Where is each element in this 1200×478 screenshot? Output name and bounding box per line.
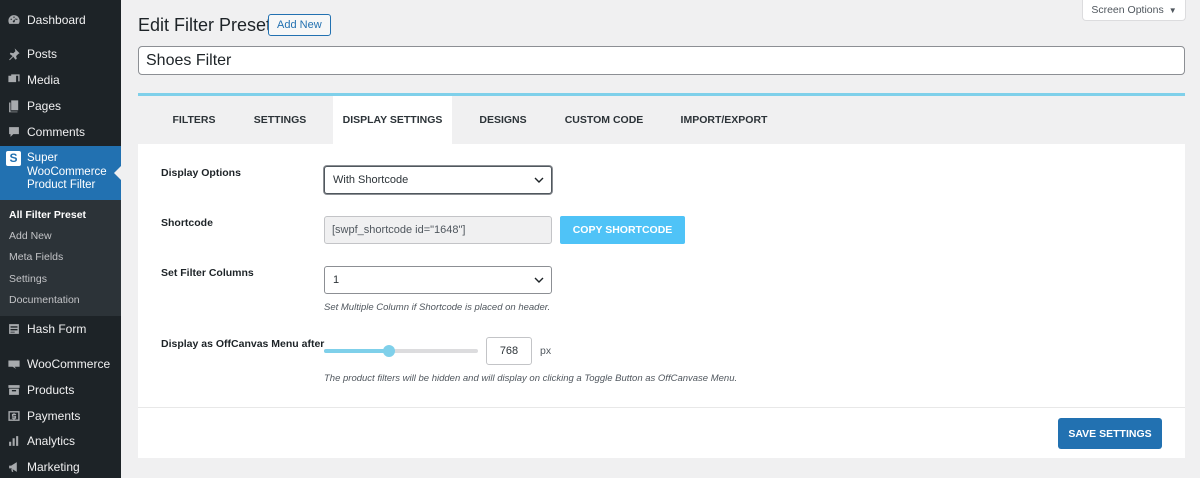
copy-shortcode-button[interactable]: COPY SHORTCODE	[560, 216, 685, 244]
sidebar-item-payments[interactable]: Payments	[0, 403, 121, 429]
comment-icon	[7, 125, 21, 139]
sidebar-item-media[interactable]: Media	[0, 67, 121, 93]
settings-tabs: FILTERS SETTINGS DISPLAY SETTINGS DESIGN…	[138, 96, 1185, 144]
tab-settings[interactable]: SETTINGS	[242, 96, 318, 144]
tab-display-settings[interactable]: DISPLAY SETTINGS	[333, 96, 452, 144]
sidebar-item-pages[interactable]: Pages	[0, 93, 121, 119]
display-options-label: Display Options	[161, 167, 241, 179]
sidebar-item-marketing[interactable]: Marketing	[0, 454, 121, 478]
chevron-down-icon	[534, 275, 544, 285]
sidebar-item-label: Payments	[27, 409, 81, 423]
offcanvas-help: The product filters will be hidden and w…	[324, 373, 738, 384]
archive-icon	[7, 383, 21, 397]
sidebar-item-posts[interactable]: Posts	[0, 41, 121, 67]
sidebar-item-label: WooCommerce	[27, 357, 111, 371]
caret-down-icon: ▼	[1168, 5, 1177, 15]
add-new-button[interactable]: Add New	[268, 14, 331, 36]
settings-panel: FILTERS SETTINGS DISPLAY SETTINGS DESIGN…	[138, 93, 1185, 458]
admin-sidebar: Dashboard Posts Media Pages Comments S S…	[0, 0, 121, 478]
submenu-item-add-new[interactable]: Add New	[9, 230, 52, 242]
sidebar-item-super-woocommerce-product-filter[interactable]: S Super WooCommerce Product Filter	[0, 146, 121, 200]
megaphone-icon	[7, 460, 21, 474]
media-icon	[7, 73, 21, 87]
sidebar-item-products[interactable]: Products	[0, 377, 121, 403]
slider-handle[interactable]	[382, 345, 395, 357]
shortcode-field[interactable]: [swpf_shortcode id="1648"]	[324, 216, 552, 244]
panel-divider	[138, 407, 1185, 408]
submenu-item-settings[interactable]: Settings	[9, 273, 47, 285]
page-title: Edit Filter Preset	[138, 15, 272, 35]
sidebar-item-label: Pages	[27, 99, 62, 113]
sidebar-item-label: Analytics	[27, 434, 76, 448]
sidebar-item-label: Comments	[27, 125, 86, 139]
page-icon	[7, 99, 21, 113]
sidebar-item-label: Posts	[27, 47, 58, 61]
form-icon	[7, 322, 21, 336]
sidebar-item-analytics[interactable]: Analytics	[0, 428, 121, 454]
sidebar-item-woocommerce[interactable]: WooCommerce	[0, 351, 121, 377]
save-settings-button[interactable]: SAVE SETTINGS	[1058, 418, 1162, 449]
screen-options-label: Screen Options	[1091, 4, 1164, 16]
display-options-value: With Shortcode	[333, 174, 409, 186]
filter-columns-value: 1	[333, 274, 340, 286]
submenu-item-all-filter-preset[interactable]: All Filter Preset	[9, 209, 86, 221]
post-title-input[interactable]	[138, 46, 1185, 75]
screen-options-button[interactable]: Screen Options ▼	[1082, 0, 1186, 21]
tab-filters[interactable]: FILTERS	[159, 96, 229, 144]
sidebar-submenu: All Filter Preset Add New Meta Fields Se…	[0, 200, 121, 316]
unit-label: px	[540, 345, 552, 357]
sidebar-item-label: Super WooCommerce Product Filter	[27, 152, 107, 191]
offcanvas-label: Display as OffCanvas Menu after	[161, 338, 325, 350]
chevron-down-icon	[534, 175, 544, 185]
dollar-icon	[7, 409, 21, 423]
filter-columns-select[interactable]: 1	[324, 266, 552, 294]
dashboard-icon	[7, 13, 21, 27]
tab-designs[interactable]: DESIGNS	[468, 96, 538, 144]
offcanvas-breakpoint-input[interactable]	[486, 337, 532, 365]
sidebar-item-comments[interactable]: Comments	[0, 119, 121, 145]
woo-icon	[7, 357, 21, 371]
sidebar-item-label: Dashboard	[27, 13, 86, 27]
tab-custom-code[interactable]: CUSTOM CODE	[556, 96, 652, 144]
display-options-select[interactable]: With Shortcode	[324, 166, 552, 194]
bar-chart-icon	[7, 434, 21, 448]
sidebar-item-dashboard[interactable]: Dashboard	[0, 7, 121, 33]
slider-fill	[324, 349, 389, 353]
tab-import-export[interactable]: IMPORT/EXPORT	[672, 96, 776, 144]
sidebar-item-label: Marketing	[27, 460, 80, 474]
sidebar-item-label: Media	[27, 73, 60, 87]
filter-columns-help: Set Multiple Column if Shortcode is plac…	[324, 302, 551, 313]
current-menu-arrow	[114, 166, 121, 180]
filter-columns-label: Set Filter Columns	[161, 267, 254, 279]
s-logo-icon: S	[6, 151, 21, 166]
submenu-item-meta-fields[interactable]: Meta Fields	[9, 251, 63, 263]
shortcode-label: Shortcode	[161, 217, 213, 229]
sidebar-item-label: Products	[27, 383, 75, 397]
sidebar-item-hash-form[interactable]: Hash Form	[0, 316, 121, 342]
pin-icon	[7, 47, 21, 61]
sidebar-item-label: Hash Form	[27, 322, 87, 336]
submenu-item-documentation[interactable]: Documentation	[9, 294, 80, 306]
offcanvas-slider[interactable]	[324, 345, 478, 357]
